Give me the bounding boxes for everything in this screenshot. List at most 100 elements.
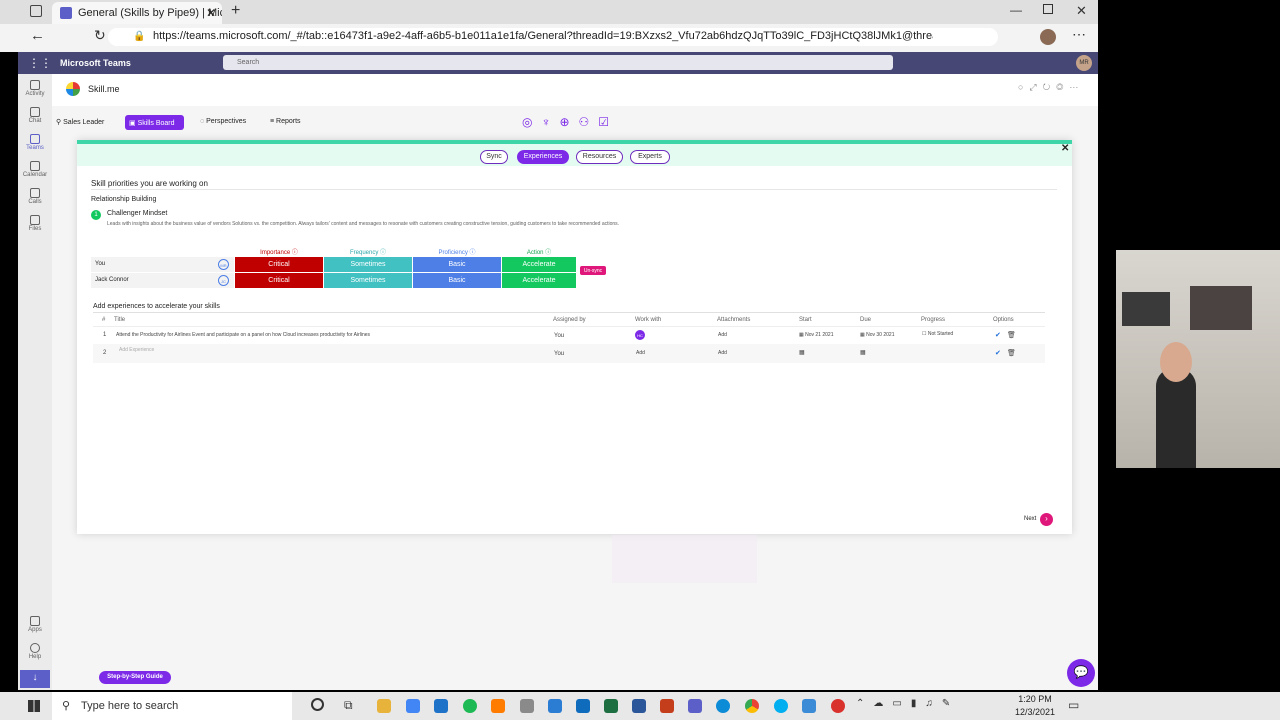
rail-help[interactable]: Help: [18, 643, 52, 660]
back-icon[interactable]: ←: [30, 27, 45, 44]
attachments-add[interactable]: Add: [718, 332, 727, 338]
next-button[interactable]: ›: [1040, 513, 1053, 526]
app-icon[interactable]: [520, 699, 534, 713]
file-icon: [30, 215, 40, 225]
teams-search-input[interactable]: Search: [223, 55, 893, 70]
tab-experts[interactable]: Experts: [630, 150, 670, 164]
nav-reports[interactable]: ≡ Reports: [270, 118, 301, 125]
cortana-icon[interactable]: [311, 698, 324, 711]
nav-label: Perspectives: [206, 118, 247, 125]
close-tab-icon[interactable]: ✕: [206, 6, 216, 20]
work-with-avatar[interactable]: HC: [635, 330, 645, 340]
work-with-add[interactable]: Add: [636, 350, 645, 356]
nav-skills-board[interactable]: ▣ Skills Board: [125, 115, 184, 130]
proficiency-cell[interactable]: Basic: [413, 273, 501, 288]
action-cell[interactable]: Accelerate: [502, 257, 576, 272]
new-tab-icon[interactable]: +: [231, 2, 240, 20]
task-view-icon[interactable]: ⧉: [344, 698, 353, 713]
spotify-icon[interactable]: [463, 699, 477, 713]
profile-avatar[interactable]: [1040, 29, 1056, 45]
delete-icon[interactable]: 🗑: [1007, 331, 1016, 339]
rail-files[interactable]: Files: [18, 215, 52, 232]
rail-teams[interactable]: Teams: [18, 134, 52, 151]
mail-icon[interactable]: [434, 699, 448, 713]
edge-icon[interactable]: [716, 699, 730, 713]
col-assigned: Assigned by: [553, 317, 586, 323]
attachments-add[interactable]: Add: [718, 350, 727, 356]
proficiency-cell[interactable]: Basic: [413, 257, 501, 272]
divider: [93, 312, 1045, 313]
teams-search-placeholder: Search: [237, 59, 260, 66]
more-menu-icon[interactable]: ⋯: [1072, 26, 1086, 43]
add-experience-input[interactable]: Add Experience: [116, 345, 536, 358]
experiences-modal: Sync Experiences Resources Experts ✕ Ski…: [77, 140, 1072, 534]
app-launcher-icon[interactable]: ⋮⋮: [28, 56, 52, 70]
browser-tab[interactable]: General (Skills by Pipe9) | Micro ✕: [52, 2, 222, 24]
app-icon[interactable]: [802, 699, 816, 713]
rail-calendar[interactable]: Calendar: [18, 161, 52, 178]
skillme-logo: [66, 82, 80, 96]
webcam-video-overlay: [1116, 250, 1280, 468]
chrome-icon[interactable]: [745, 699, 759, 713]
outlook-icon[interactable]: [576, 699, 590, 713]
app-header-actions[interactable]: ○⤢↻◎⋯: [1018, 82, 1084, 93]
person-silhouette: [1156, 368, 1196, 468]
start-date-picker-icon[interactable]: ▦: [799, 349, 805, 356]
notification-icon[interactable]: ▭: [1068, 698, 1079, 712]
system-tray-icons[interactable]: ⌃☁▭▮♫✎: [856, 698, 959, 709]
teams-taskbar-icon[interactable]: [688, 699, 702, 713]
illustrator-icon[interactable]: [491, 699, 505, 713]
windows-start-icon[interactable]: [28, 700, 40, 712]
store-icon[interactable]: [406, 699, 420, 713]
url-text[interactable]: https://teams.microsoft.com/_#/tab::e164…: [153, 27, 933, 47]
start-date[interactable]: ▦ Nov 21 2021: [799, 332, 833, 338]
importance-cell[interactable]: Critical: [235, 273, 323, 288]
unsync-button[interactable]: Un-sync: [580, 266, 606, 275]
tab-resources[interactable]: Resources: [576, 150, 623, 164]
rail-activity[interactable]: Activity: [18, 80, 52, 97]
help-icon: [30, 643, 40, 653]
download-icon[interactable]: ↓: [20, 670, 50, 688]
experience-title[interactable]: Attend the Productivity for Airlines Eve…: [116, 332, 546, 338]
frequency-cell[interactable]: Sometimes: [324, 257, 412, 272]
clock-time[interactable]: 1:20 PM: [1010, 694, 1060, 704]
teams-favicon-icon: [60, 7, 72, 19]
step-guide-button[interactable]: Step-by-Step Guide: [99, 671, 171, 684]
nav-icon-group[interactable]: ◎♆⊕⚇☑: [522, 115, 618, 129]
tab-actions-icon[interactable]: [30, 5, 42, 17]
close-modal-icon[interactable]: ✕: [1061, 143, 1069, 154]
app-icon[interactable]: [831, 699, 845, 713]
bell-icon: [30, 80, 40, 90]
due-date-picker-icon[interactable]: ▦: [860, 349, 866, 356]
clock-date[interactable]: 12/3/2021: [1010, 707, 1060, 717]
due-date[interactable]: ▦ Nov 30 2021: [860, 332, 894, 338]
confirm-icon[interactable]: ✔: [995, 349, 1001, 357]
maximize-icon[interactable]: [1043, 4, 1053, 14]
tab-sync[interactable]: Sync: [480, 150, 508, 164]
importance-cell[interactable]: Critical: [235, 257, 323, 272]
chat-bot-icon[interactable]: 💬: [1067, 659, 1095, 687]
excel-icon[interactable]: [604, 699, 618, 713]
next-label: Next: [1024, 516, 1037, 522]
skype-icon[interactable]: [774, 699, 788, 713]
confirm-icon[interactable]: ✔: [995, 331, 1001, 339]
file-explorer-icon[interactable]: [377, 699, 391, 713]
progress-status[interactable]: ☐ Not Started: [922, 331, 953, 337]
action-cell[interactable]: Accelerate: [502, 273, 576, 288]
background-card: [612, 535, 757, 583]
refresh-icon[interactable]: ↻: [94, 27, 106, 44]
app-icon[interactable]: [548, 699, 562, 713]
rail-calls[interactable]: Calls: [18, 188, 52, 205]
powerpoint-icon[interactable]: [660, 699, 674, 713]
rail-apps[interactable]: Apps: [18, 616, 52, 633]
tab-experiences[interactable]: Experiences: [517, 150, 569, 164]
rail-chat[interactable]: Chat: [18, 107, 52, 124]
teams-user-avatar[interactable]: MR: [1076, 55, 1092, 71]
minimize-icon[interactable]: —: [1010, 3, 1022, 17]
nav-perspectives[interactable]: ◌ Perspectives: [200, 118, 246, 125]
frequency-cell[interactable]: Sometimes: [324, 273, 412, 288]
delete-icon[interactable]: 🗑: [1007, 349, 1016, 357]
nav-sales-leader[interactable]: ⚲ Sales Leader: [56, 118, 104, 126]
close-window-icon[interactable]: ✕: [1076, 3, 1087, 19]
word-icon[interactable]: [632, 699, 646, 713]
